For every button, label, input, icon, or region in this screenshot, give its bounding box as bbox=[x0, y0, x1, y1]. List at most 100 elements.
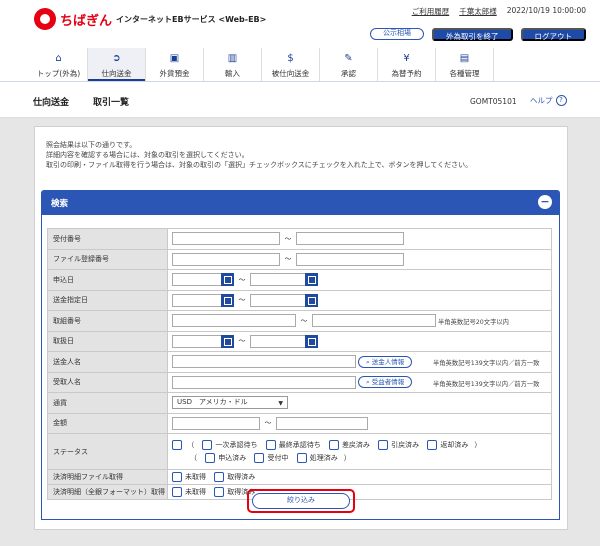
page-category: 仕向送金 bbox=[33, 98, 70, 108]
payee-input[interactable] bbox=[172, 375, 356, 389]
file-reg-no-from-input[interactable] bbox=[172, 252, 280, 266]
currency-selected: USD アメリカ・ドル bbox=[177, 398, 248, 407]
status-paren-close: ） bbox=[474, 441, 482, 449]
calendar-icon[interactable] bbox=[305, 293, 318, 307]
calendar-icon[interactable] bbox=[305, 273, 318, 287]
nav-management[interactable]: ▤ 各種管理 bbox=[436, 48, 494, 81]
status-pending-first-checkbox[interactable] bbox=[202, 440, 213, 450]
value-status: （ 一次承認待ち 最終承認待ち 差戻済み 引戻済み 返却済み ） （ 申込済み 受… bbox=[167, 433, 552, 470]
status-pending-final-label: 最終承認待ち bbox=[278, 441, 321, 449]
help-label: ヘルプ bbox=[530, 96, 553, 105]
status-pending-final-checkbox[interactable] bbox=[265, 440, 276, 450]
calendar-icon[interactable] bbox=[305, 334, 318, 348]
logo-mark-icon bbox=[34, 8, 56, 30]
value-payee: ⌕ 受益者情報 半角英数記号139文字以内／前方一致 bbox=[167, 371, 552, 393]
remitter-hint: 半角英数記号139文字以内／前方一致 bbox=[433, 360, 540, 367]
nav-label: 為替予約 bbox=[391, 69, 422, 78]
nav-inward-remittance[interactable]: $ 被仕向送金 bbox=[262, 48, 320, 81]
payee-info-button[interactable]: ⌕ 受益者情報 bbox=[358, 376, 413, 389]
status-accepted-checkbox[interactable] bbox=[254, 453, 265, 463]
value-amount: ～ bbox=[167, 412, 552, 434]
chevron-down-icon: ▼ bbox=[278, 400, 283, 408]
calendar-icon[interactable] bbox=[221, 293, 234, 307]
row-ref-date: 取扱日 ～ bbox=[47, 330, 552, 352]
calendar-icon[interactable] bbox=[221, 273, 234, 287]
status-withdrawn-label: 引戻済み bbox=[391, 441, 420, 449]
inbound-icon: $ bbox=[287, 53, 294, 64]
status-paren-open: （ bbox=[190, 454, 197, 462]
nav-label: 外貨預金 bbox=[159, 69, 190, 78]
status-withdrawn-checkbox[interactable] bbox=[378, 440, 389, 450]
row-remitter: 送金人名 ⌕ 送金人情報 半角英数記号139文字以内／前方一致 bbox=[47, 351, 552, 373]
nav-approval[interactable]: ✎ 承認 bbox=[320, 48, 378, 81]
range-tilde: ～ bbox=[264, 419, 272, 428]
receipt-no-from-input[interactable] bbox=[172, 232, 280, 246]
collapse-icon[interactable]: − bbox=[538, 195, 552, 209]
settle-all-obtained-checkbox[interactable] bbox=[214, 487, 225, 497]
nav-top-forex[interactable]: ⌂ トップ(外為) bbox=[30, 48, 88, 81]
import-icon: ▥ bbox=[227, 53, 238, 64]
ref-date-to-input[interactable] bbox=[250, 334, 306, 348]
header: ちばぎん インターネットEBサービス <Web-EB> ご利用履歴 千葉太郎様 … bbox=[0, 0, 600, 50]
remitter-input[interactable] bbox=[172, 355, 356, 369]
value-settle-file: 未取得 取得済み bbox=[167, 469, 552, 485]
user-name-link[interactable]: 千葉太郎様 bbox=[459, 6, 497, 17]
label-settle-all: 決済明細（全銀フォーマット）取得 bbox=[47, 484, 168, 500]
label-amount: 金額 bbox=[47, 412, 168, 434]
row-currency: 通貨 USD アメリカ・ドル ▼ bbox=[47, 392, 552, 414]
help-icon: ? bbox=[555, 95, 567, 106]
value-remit-date: ～ bbox=[167, 289, 552, 311]
search-panel-title: 検索 bbox=[51, 199, 69, 209]
logout-button[interactable]: ログアウト bbox=[520, 28, 586, 41]
calendar-icon[interactable] bbox=[221, 334, 234, 348]
status-all-checkbox[interactable] bbox=[172, 440, 182, 450]
ref-date-from-input[interactable] bbox=[172, 334, 222, 348]
remitter-info-button[interactable]: ⌕ 送金人情報 bbox=[358, 355, 413, 368]
ref-no-to-input[interactable] bbox=[312, 314, 436, 328]
nav-label: トップ(外為) bbox=[36, 69, 81, 78]
nav-import[interactable]: ▥ 輸入 bbox=[204, 48, 262, 81]
status-applied-checkbox[interactable] bbox=[205, 453, 216, 463]
amount-to-input[interactable] bbox=[276, 416, 368, 430]
apply-date-from-input[interactable] bbox=[172, 273, 222, 287]
status-rejected-checkbox[interactable] bbox=[427, 440, 438, 450]
settle-all-not-obtained-checkbox[interactable] bbox=[172, 487, 182, 497]
settle-file-obtained-checkbox[interactable] bbox=[214, 472, 225, 482]
nav-fx-reservation[interactable]: ¥ 為替予約 bbox=[378, 48, 436, 81]
remit-date-from-input[interactable] bbox=[172, 293, 222, 307]
search-form: 受付番号 ～ ファイル登録番号 ～ 申込日 ～ 送金指定日 ～ 取組番号 ～ 半… bbox=[47, 228, 552, 500]
range-tilde: ～ bbox=[238, 337, 246, 346]
apply-date-to-input[interactable] bbox=[250, 273, 306, 287]
receipt-no-to-input[interactable] bbox=[296, 232, 404, 246]
amount-from-input[interactable] bbox=[172, 416, 260, 430]
label-remit-date: 送金指定日 bbox=[47, 289, 168, 311]
row-status: ステータス （ 一次承認待ち 最終承認待ち 差戻済み 引戻済み 返却済み ） （ … bbox=[47, 433, 552, 470]
status-returned-checkbox[interactable] bbox=[328, 440, 339, 450]
usage-history-link[interactable]: ご利用履歴 bbox=[412, 6, 450, 17]
value-apply-date: ～ bbox=[167, 269, 552, 291]
range-tilde: ～ bbox=[238, 296, 246, 305]
label-remitter: 送金人名 bbox=[47, 351, 168, 373]
help-link[interactable]: ヘルプ? bbox=[530, 95, 567, 106]
nav-outward-remittance[interactable]: ➲ 仕向送金 bbox=[88, 48, 146, 81]
remit-date-to-input[interactable] bbox=[250, 293, 306, 307]
ref-no-from-input[interactable] bbox=[172, 314, 296, 328]
file-reg-no-to-input[interactable] bbox=[296, 252, 404, 266]
filter-submit-button[interactable]: 絞り込み bbox=[252, 493, 350, 509]
settle-file-not-obtained-checkbox[interactable] bbox=[172, 472, 182, 482]
currency-select[interactable]: USD アメリカ・ドル ▼ bbox=[172, 396, 288, 410]
end-forex-button[interactable]: 外為取引を終了 bbox=[432, 28, 513, 41]
label-ref-no: 取組番号 bbox=[47, 310, 168, 332]
instructions: 照会結果は以下の通りです。 詳細内容を確認する場合には、対象の取引を選択してくだ… bbox=[46, 140, 472, 170]
screen-id: GOMT05101 bbox=[470, 97, 517, 106]
nav-foreign-deposit[interactable]: ▣ 外貨預金 bbox=[146, 48, 204, 81]
row-file-reg-no: ファイル登録番号 ～ bbox=[47, 248, 552, 270]
nav-label: 仕向送金 bbox=[101, 69, 132, 78]
label-file-reg-no: ファイル登録番号 bbox=[47, 248, 168, 270]
page-title-bar: 仕向送金 取引一覧 GOMT05101 ヘルプ? bbox=[0, 82, 600, 118]
public-rates-button[interactable]: 公示相場 bbox=[370, 28, 424, 40]
label-currency: 通貨 bbox=[47, 392, 168, 414]
status-processed-checkbox[interactable] bbox=[296, 453, 307, 463]
search-panel-header[interactable]: 検索 − bbox=[41, 190, 560, 215]
status-paren-close: ） bbox=[343, 454, 351, 462]
